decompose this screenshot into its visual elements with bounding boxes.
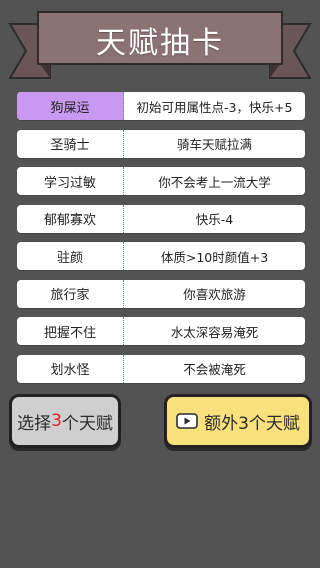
- talent-name: 郁郁寡欢: [17, 204, 124, 233]
- talent-name: 圣骑士: [17, 129, 124, 158]
- talent-name: 学习过敏: [17, 167, 124, 195]
- talent-row[interactable]: 狗屎运 初始可用属性点-3，快乐+5: [17, 92, 305, 120]
- talent-row[interactable]: 郁郁寡欢 快乐-4: [17, 204, 305, 233]
- talent-row[interactable]: 圣骑士 骑车天赋拉满: [17, 129, 305, 158]
- talent-name: 驻颜: [17, 242, 124, 270]
- page-title: 天赋抽卡: [96, 26, 224, 61]
- talent-description: 骑车天赋拉满: [176, 137, 252, 152]
- extra-talents-label: 额外3个天赋: [204, 413, 300, 434]
- select-count-label: 3: [51, 411, 62, 431]
- talent-description: 你不会考上一流大学: [158, 174, 271, 190]
- talent-name: 旅行家: [17, 279, 124, 308]
- talent-row[interactable]: 划水怪 不会被淹死: [17, 354, 305, 383]
- talent-name: 狗屎运: [17, 92, 124, 120]
- talent-row[interactable]: 驻颜 体质>10时颜值+3: [17, 242, 305, 270]
- talent-description: 快乐-4: [195, 212, 234, 227]
- talent-description: 你喜欢旅游: [183, 287, 246, 302]
- talent-description: 水太深容易淹死: [170, 324, 259, 340]
- talent-description: 初始可用属性点-3，快乐+5: [136, 99, 293, 115]
- video-play-icon: [176, 413, 198, 429]
- talent-row[interactable]: 把握不住 水太深容易淹死: [17, 317, 305, 345]
- talent-row[interactable]: 旅行家 你喜欢旅游: [17, 279, 305, 308]
- select-prefix-label: 选择: [17, 413, 52, 434]
- select-suffix-label: 个天赋: [61, 413, 113, 434]
- talent-list: 狗屎运 初始可用属性点-3，快乐+5 圣骑士 骑车天赋拉满 学习过敏 你不会考上…: [17, 92, 305, 392]
- select-talents-button[interactable]: 选择 3 个天赋: [9, 394, 121, 448]
- talent-name: 划水怪: [17, 354, 124, 383]
- talent-description: 体质>10时颜值+3: [160, 249, 269, 265]
- talent-row[interactable]: 学习过敏 你不会考上一流大学: [17, 167, 305, 195]
- title-banner: 天赋抽卡: [0, 0, 320, 92]
- talent-description: 不会被淹死: [183, 362, 246, 377]
- extra-talents-button[interactable]: 额外3个天赋: [164, 394, 312, 448]
- talent-name: 把握不住: [17, 317, 124, 345]
